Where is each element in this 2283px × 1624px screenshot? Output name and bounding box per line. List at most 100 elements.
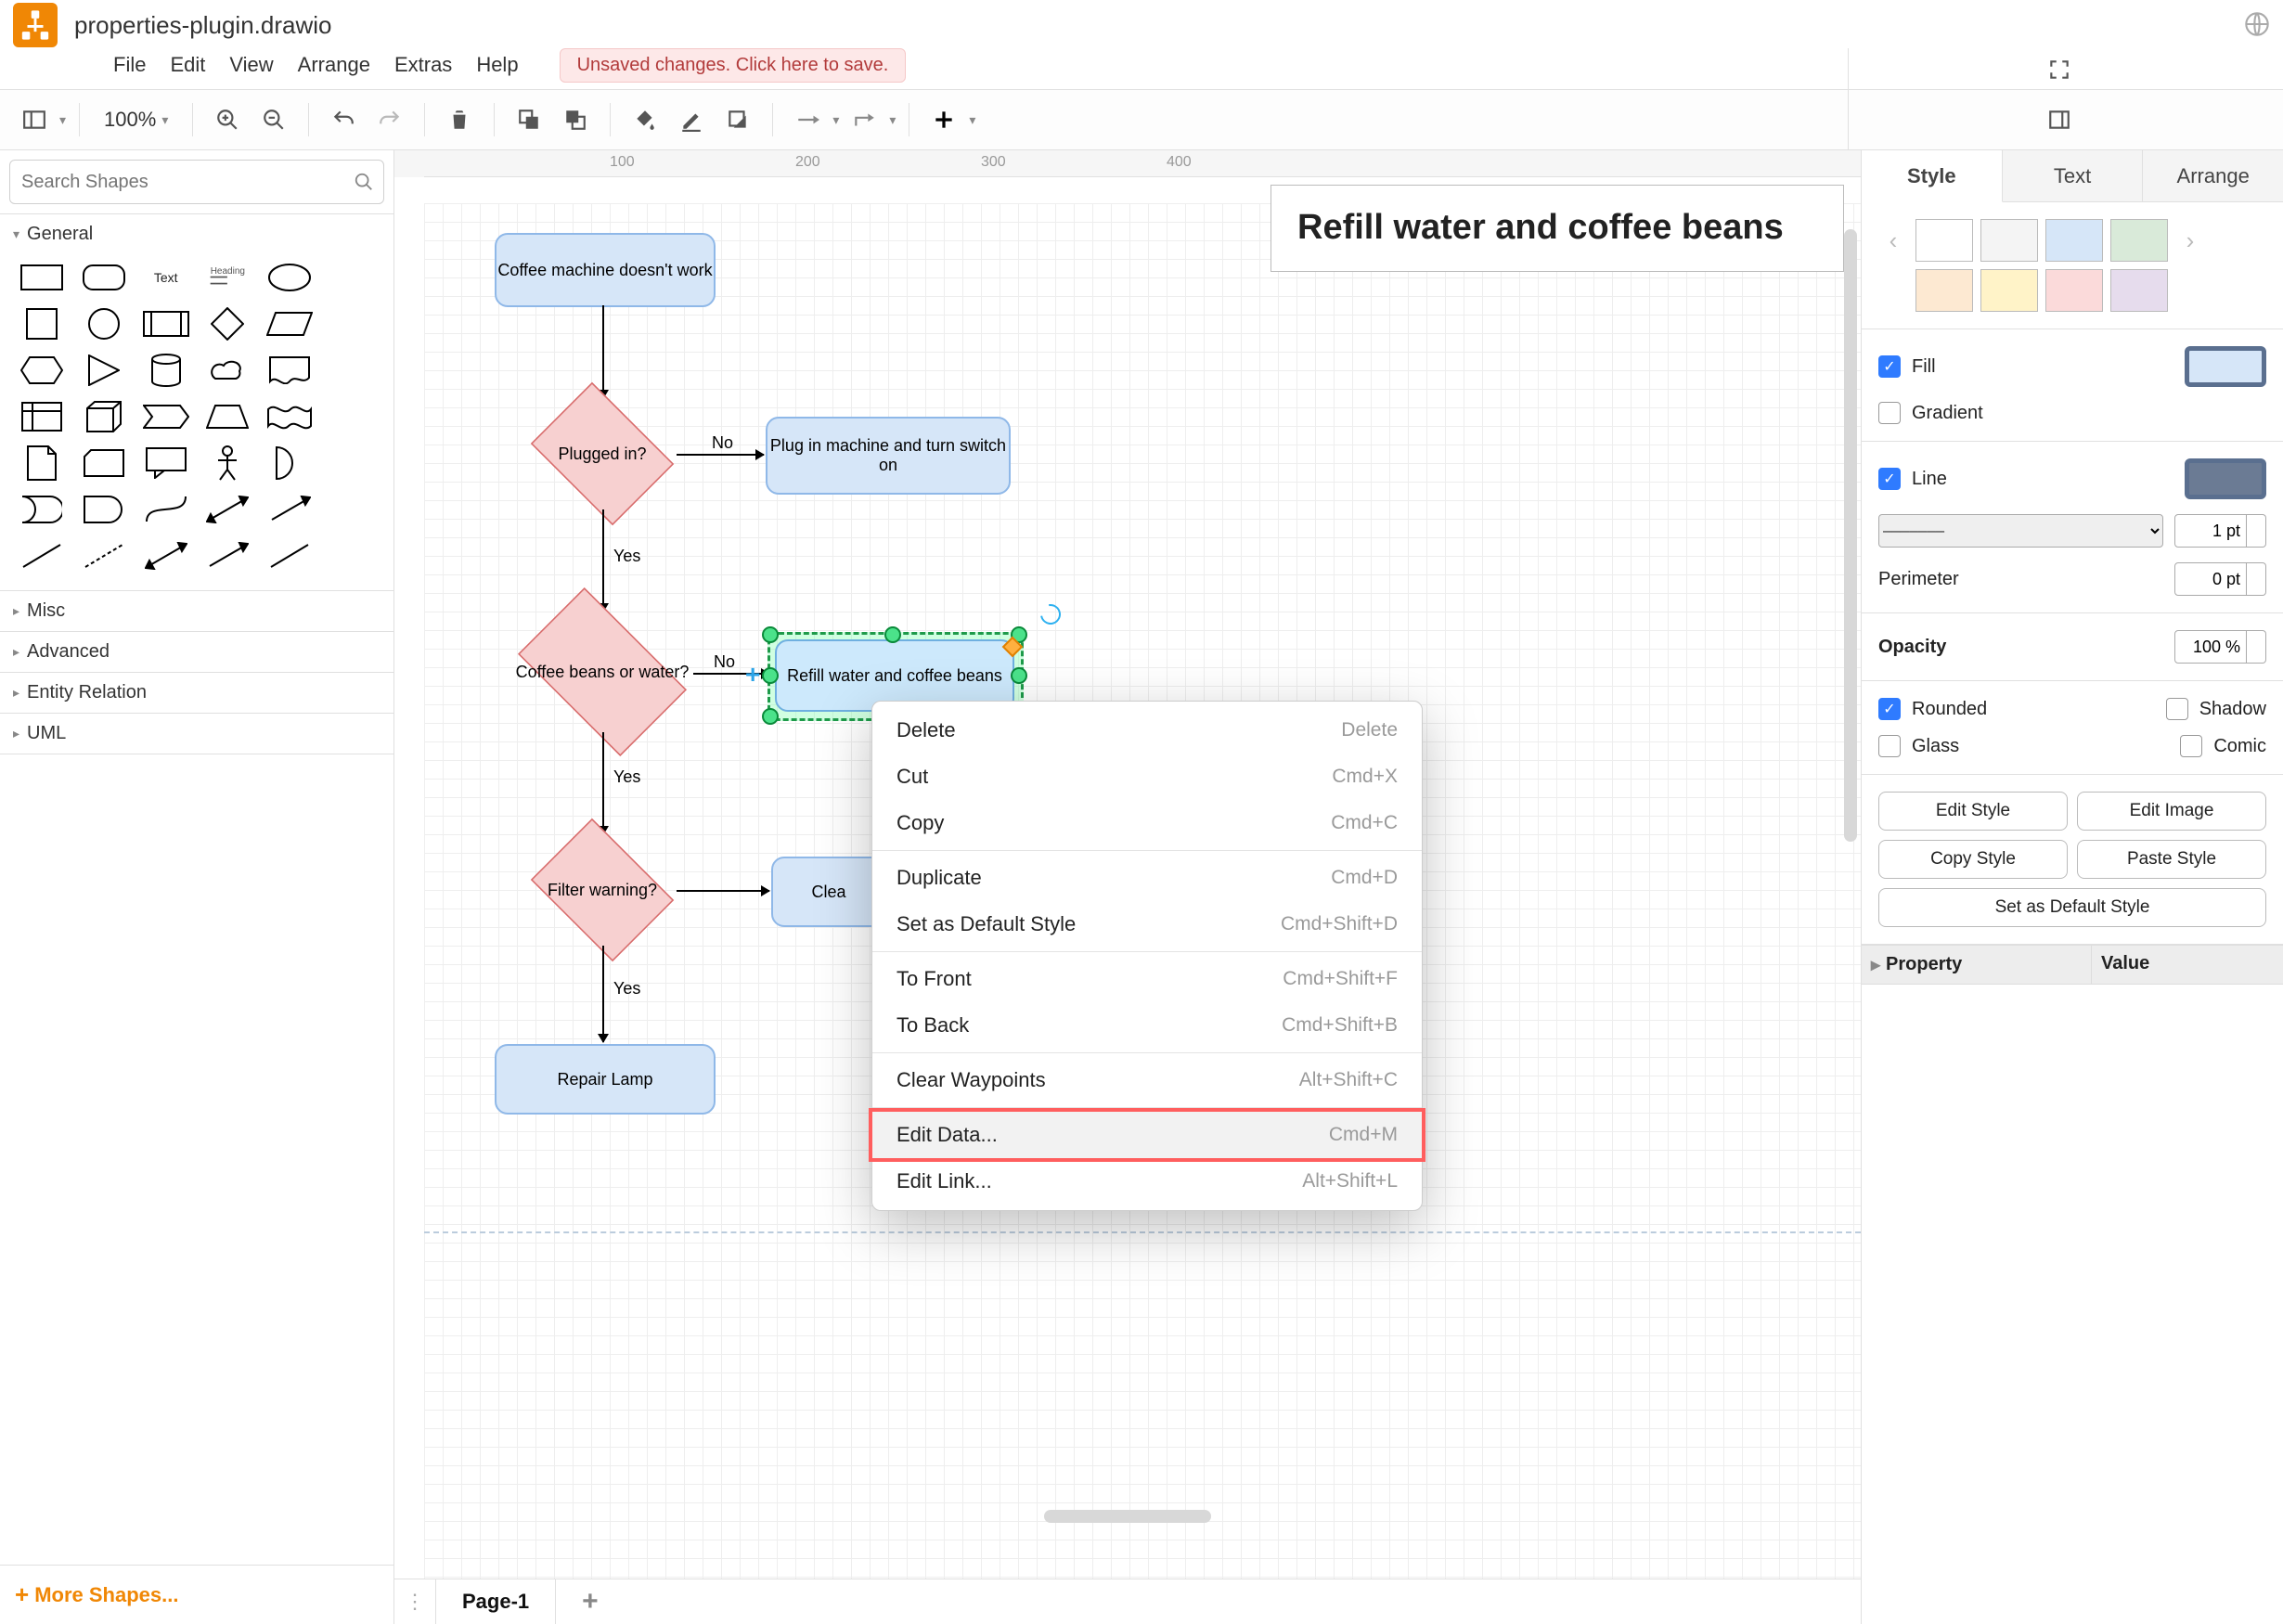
context-menu-item[interactable]: Set as Default StyleCmd+Shift+D <box>872 901 1422 947</box>
tab-text[interactable]: Text <box>2003 150 2144 202</box>
gradient-checkbox[interactable] <box>1878 402 1901 424</box>
category-entity[interactable]: ▸Entity Relation <box>0 672 393 713</box>
file-title[interactable]: properties-plugin.drawio <box>74 11 331 40</box>
node-beans[interactable]: Coffee beans or water? <box>509 612 695 732</box>
menu-help[interactable]: Help <box>465 49 529 81</box>
context-menu-item[interactable]: Clear WaypointsAlt+Shift+C <box>872 1057 1422 1103</box>
add-page-button[interactable]: + <box>556 1579 625 1624</box>
comic-checkbox[interactable] <box>2180 735 2202 757</box>
style-swatch[interactable] <box>2110 219 2168 262</box>
context-menu-item[interactable]: DeleteDelete <box>872 707 1422 754</box>
node-start[interactable]: Coffee machine doesn't work <box>495 233 716 307</box>
shape-or[interactable] <box>17 492 67 527</box>
zoom-in-icon[interactable] <box>206 98 249 141</box>
undo-icon[interactable] <box>322 98 365 141</box>
shape-parallel[interactable] <box>264 306 315 342</box>
fill-color-icon[interactable] <box>624 98 666 141</box>
shape-diamond[interactable] <box>202 306 252 342</box>
menu-view[interactable]: View <box>218 49 284 81</box>
fullscreen-icon[interactable] <box>2038 48 2081 91</box>
glass-checkbox[interactable] <box>1878 735 1901 757</box>
waypoint-icon[interactable] <box>843 98 885 141</box>
node-repair[interactable]: Repair Lamp <box>495 1044 716 1115</box>
shape-doc[interactable] <box>264 353 315 388</box>
menu-arrange[interactable]: Arrange <box>287 49 381 81</box>
shape-biarrow2[interactable] <box>141 538 191 574</box>
category-advanced[interactable]: ▸Advanced <box>0 631 393 672</box>
canvas[interactable]: Coffee machine doesn't work Plugged in? … <box>394 177 1861 1579</box>
shape-process[interactable] <box>141 306 191 342</box>
category-general[interactable]: ▾General <box>0 213 393 254</box>
shape-ellipse[interactable] <box>264 260 315 295</box>
to-front-icon[interactable] <box>508 98 550 141</box>
line-width-stepper[interactable] <box>2174 514 2266 548</box>
shape-trap[interactable] <box>202 399 252 434</box>
shape-cylinder[interactable] <box>141 353 191 388</box>
swatch-prev[interactable]: ‹ <box>1878 226 1908 255</box>
context-menu-item[interactable]: DuplicateCmd+D <box>872 855 1422 901</box>
edit-style-button[interactable]: Edit Style <box>1878 792 2068 831</box>
node-clean[interactable]: Clea <box>771 857 886 927</box>
shape-note[interactable] <box>17 445 67 481</box>
shape-dashline[interactable] <box>79 538 129 574</box>
set-default-style-button[interactable]: Set as Default Style <box>1878 888 2266 927</box>
menu-edit[interactable]: Edit <box>159 49 216 81</box>
tab-style[interactable]: Style <box>1862 150 2003 202</box>
shape-rect[interactable] <box>17 260 67 295</box>
context-menu-item[interactable]: CutCmd+X <box>872 754 1422 800</box>
shape-callout[interactable] <box>141 445 191 481</box>
style-swatch[interactable] <box>2045 269 2103 312</box>
perimeter-stepper[interactable] <box>2174 562 2266 596</box>
style-swatch[interactable] <box>2110 269 2168 312</box>
shape-arrow2[interactable] <box>202 538 252 574</box>
shape-hex[interactable] <box>17 353 67 388</box>
category-uml[interactable]: ▸UML <box>0 713 393 754</box>
zoom-out-icon[interactable] <box>252 98 295 141</box>
shape-solidline[interactable] <box>17 538 67 574</box>
shape-plainline[interactable] <box>264 538 315 574</box>
style-swatch[interactable] <box>2045 219 2103 262</box>
shape-tape[interactable] <box>264 399 315 434</box>
line-checkbox[interactable]: ✓ <box>1878 468 1901 490</box>
language-icon[interactable] <box>2244 11 2270 40</box>
to-back-icon[interactable] <box>554 98 597 141</box>
shape-cube[interactable] <box>79 399 129 434</box>
node-plugged-in[interactable]: Plugged in? <box>528 398 677 509</box>
shape-triangle[interactable] <box>79 353 129 388</box>
style-swatch[interactable] <box>1915 269 1973 312</box>
shape-square[interactable] <box>17 306 67 342</box>
menu-file[interactable]: File <box>102 49 157 81</box>
shape-text[interactable]: Text <box>141 260 191 295</box>
style-swatch[interactable] <box>1980 219 2038 262</box>
rounded-checkbox[interactable]: ✓ <box>1878 698 1901 720</box>
swatch-next[interactable]: › <box>2175 226 2205 255</box>
page-menu-icon[interactable]: ⋮ <box>394 1579 436 1624</box>
shape-card[interactable] <box>79 445 129 481</box>
context-menu-item[interactable]: Edit Link...Alt+Shift+L <box>872 1158 1422 1205</box>
node-plug-action[interactable]: Plug in machine and turn switch on <box>766 417 1011 495</box>
shape-and[interactable] <box>79 492 129 527</box>
zoom-level[interactable]: 100%▾ <box>93 108 179 132</box>
shadow-checkbox[interactable] <box>2166 698 2188 720</box>
line-color-icon[interactable] <box>670 98 713 141</box>
paste-style-button[interactable]: Paste Style <box>2077 840 2266 879</box>
shape-cloud[interactable] <box>202 353 252 388</box>
style-swatch[interactable] <box>1980 269 2038 312</box>
context-menu-item[interactable]: Edit Data...Cmd+M <box>869 1108 1425 1162</box>
style-swatch[interactable] <box>1915 219 1973 262</box>
insert-icon[interactable] <box>922 98 965 141</box>
shape-search[interactable] <box>9 160 384 204</box>
search-input[interactable] <box>19 171 354 194</box>
shadow-icon[interactable] <box>716 98 759 141</box>
edit-image-button[interactable]: Edit Image <box>2077 792 2266 831</box>
sidebar-toggle-icon[interactable] <box>13 98 56 141</box>
shape-actor[interactable] <box>202 445 252 481</box>
tab-arrange[interactable]: Arrange <box>2143 150 2283 202</box>
shape-curve[interactable] <box>141 492 191 527</box>
shape-biarrow[interactable] <box>202 492 252 527</box>
context-menu-item[interactable]: To FrontCmd+Shift+F <box>872 956 1422 1002</box>
fill-checkbox[interactable]: ✓ <box>1878 355 1901 378</box>
connect-handle[interactable]: + <box>745 660 760 690</box>
delete-icon[interactable] <box>438 98 481 141</box>
menu-extras[interactable]: Extras <box>383 49 463 81</box>
